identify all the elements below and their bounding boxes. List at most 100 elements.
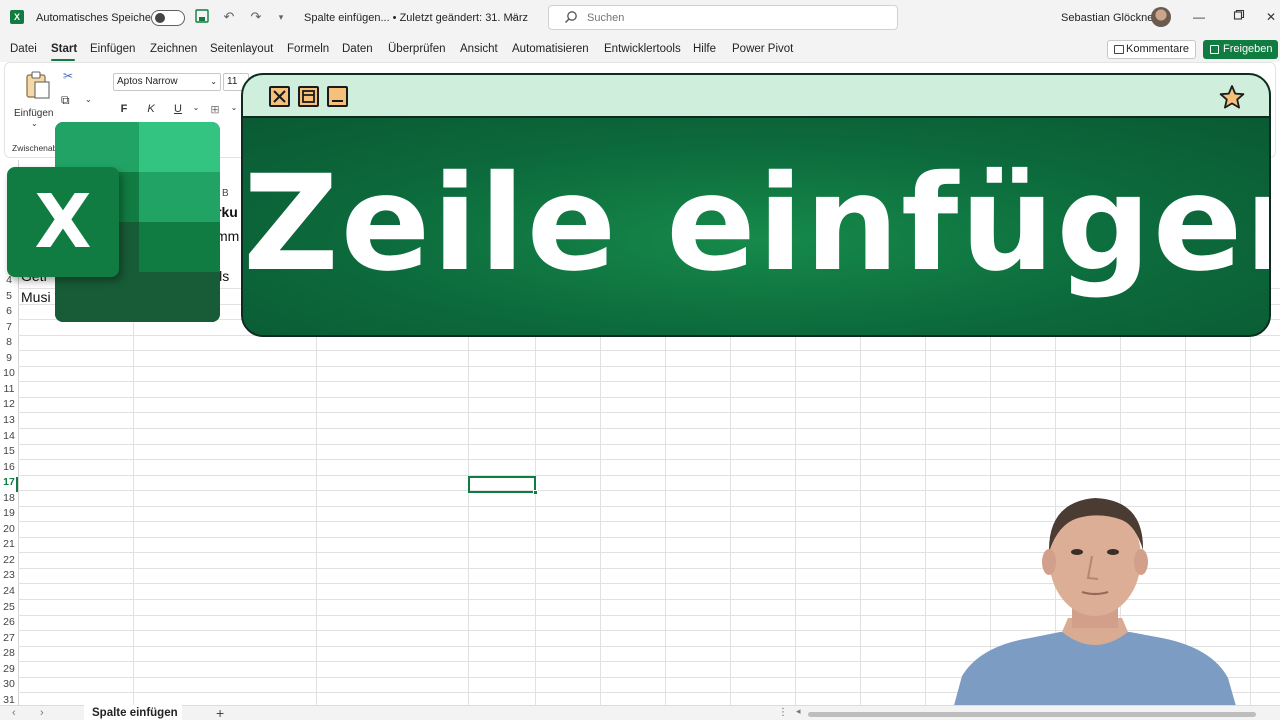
row-header-26[interactable]: 26 bbox=[0, 616, 18, 628]
italic-button[interactable]: K bbox=[144, 103, 158, 115]
row-header-11[interactable]: 11 bbox=[0, 383, 18, 395]
horizontal-scrollbar[interactable] bbox=[808, 712, 1256, 717]
row-header-23[interactable]: 23 bbox=[0, 569, 18, 581]
row-header-10[interactable]: 10 bbox=[0, 367, 18, 379]
cut-icon[interactable]: ✂ bbox=[63, 69, 73, 83]
borders-chevron-icon[interactable]: ⌄ bbox=[227, 103, 241, 112]
comments-label: Kommentare bbox=[1126, 43, 1189, 55]
row-header-21[interactable]: 21 bbox=[0, 538, 18, 550]
title-banner-window: Zeile einfügen bbox=[241, 73, 1271, 337]
font-chevron-icon: ⌄ bbox=[210, 77, 217, 86]
add-sheet-button[interactable]: + bbox=[216, 706, 224, 720]
scroll-left-icon[interactable]: ◂ bbox=[796, 706, 801, 717]
row-header-15[interactable]: 15 bbox=[0, 445, 18, 457]
banner-minimize-icon bbox=[327, 86, 348, 107]
quick-access-chevron-icon[interactable]: ▾ bbox=[273, 9, 289, 25]
row-header-14[interactable]: 14 bbox=[0, 430, 18, 442]
row-gridline bbox=[18, 474, 1280, 476]
row-header-16[interactable]: 16 bbox=[0, 461, 18, 473]
sheet-tab-spalte-einfuegen[interactable]: Spalte einfügen bbox=[84, 705, 182, 720]
next-sheet-icon[interactable]: › bbox=[40, 707, 44, 719]
row-header-18[interactable]: 18 bbox=[0, 492, 18, 504]
borders-icon[interactable]: ⊞ bbox=[208, 103, 222, 116]
share-button[interactable]: Freigeben bbox=[1203, 40, 1278, 59]
menu-einfuegen[interactable]: Einfügen bbox=[90, 43, 135, 55]
save-icon[interactable] bbox=[194, 9, 210, 25]
copy-chevron-icon[interactable]: ⌄ bbox=[85, 95, 92, 104]
row-header-28[interactable]: 28 bbox=[0, 647, 18, 659]
row-header-29[interactable]: 29 bbox=[0, 663, 18, 675]
menu-hilfe[interactable]: Hilfe bbox=[693, 43, 716, 55]
row-header-25[interactable]: 25 bbox=[0, 601, 18, 613]
menu-ansicht[interactable]: Ansicht bbox=[460, 43, 498, 55]
row-header-31[interactable]: 31 bbox=[0, 694, 18, 705]
redo-icon[interactable]: ↷ bbox=[248, 9, 264, 25]
menu-start[interactable]: Start bbox=[51, 43, 77, 55]
paste-label[interactable]: Einfügen bbox=[14, 108, 53, 119]
restore-icon[interactable] bbox=[1231, 9, 1247, 25]
share-icon bbox=[1210, 45, 1219, 54]
excel-app-icon: X bbox=[10, 10, 24, 24]
menu-datei[interactable]: Datei bbox=[10, 43, 37, 55]
underline-chevron-icon[interactable]: ⌄ bbox=[189, 103, 203, 112]
row-header-27[interactable]: 27 bbox=[0, 632, 18, 644]
paste-icon[interactable] bbox=[25, 71, 51, 99]
menu-zeichnen[interactable]: Zeichnen bbox=[150, 43, 197, 55]
row-header-9[interactable]: 9 bbox=[0, 352, 18, 364]
more-options-icon[interactable]: ⋮ bbox=[778, 707, 788, 718]
row-header-22[interactable]: 22 bbox=[0, 554, 18, 566]
row-header-19[interactable]: 19 bbox=[0, 507, 18, 519]
logo-tile bbox=[139, 122, 220, 172]
excel-screen: X Automatisches Speichern ↶ ↷ ▾ Spalte e… bbox=[0, 0, 1280, 720]
user-name: Sebastian Glöckner bbox=[1061, 12, 1157, 24]
logo-tile bbox=[139, 172, 220, 222]
star-icon bbox=[1219, 85, 1245, 109]
excel-logo-letter: X bbox=[34, 179, 92, 265]
row-header-24[interactable]: 24 bbox=[0, 585, 18, 597]
row-header-12[interactable]: 12 bbox=[0, 398, 18, 410]
menu-entwicklertools[interactable]: Entwicklertools bbox=[604, 43, 681, 55]
row-header-30[interactable]: 30 bbox=[0, 678, 18, 690]
font-size-value: 11 bbox=[227, 76, 238, 87]
search-icon bbox=[565, 11, 577, 23]
banner-title: Zeile einfügen bbox=[243, 147, 1271, 301]
sheet-tab-bar: ‹ › Spalte einfügen + ⋮ ◂ bbox=[0, 705, 1280, 720]
logo-tile bbox=[55, 272, 220, 322]
menu-seitenlayout[interactable]: Seitenlayout bbox=[210, 43, 273, 55]
row-header-20[interactable]: 20 bbox=[0, 523, 18, 535]
column-header-b[interactable]: B bbox=[222, 188, 229, 199]
menu-formeln[interactable]: Formeln bbox=[287, 43, 329, 55]
copy-icon[interactable]: ⧉ bbox=[61, 93, 70, 108]
title-bar: X Automatisches Speichern ↶ ↷ ▾ Spalte e… bbox=[0, 0, 1280, 36]
menu-automatisieren[interactable]: Automatisieren bbox=[512, 43, 589, 55]
row-header-13[interactable]: 13 bbox=[0, 414, 18, 426]
excel-logo: X bbox=[7, 122, 220, 322]
avatar[interactable] bbox=[1151, 7, 1171, 27]
minimize-icon[interactable]: — bbox=[1191, 9, 1207, 25]
fill-handle[interactable] bbox=[533, 490, 538, 495]
row-header-8[interactable]: 8 bbox=[0, 336, 18, 348]
banner-close-icon bbox=[269, 86, 290, 107]
search-box[interactable] bbox=[548, 5, 898, 30]
selected-cell[interactable] bbox=[468, 476, 538, 495]
prev-sheet-icon[interactable]: ‹ bbox=[12, 707, 16, 719]
banner-body: Zeile einfügen bbox=[243, 118, 1271, 335]
menu-ueberpruefen[interactable]: Überprüfen bbox=[388, 43, 446, 55]
bold-button[interactable]: F bbox=[117, 103, 131, 115]
title-chevron-down-icon[interactable]: ⌄ bbox=[510, 11, 518, 22]
menu-daten[interactable]: Daten bbox=[342, 43, 373, 55]
comment-icon bbox=[1114, 45, 1124, 54]
autosave-toggle[interactable] bbox=[151, 10, 185, 26]
document-title[interactable]: Spalte einfügen... • Zuletzt geändert: 3… bbox=[304, 12, 528, 24]
font-family-select[interactable]: Aptos Narrow ⌄ bbox=[113, 73, 221, 91]
search-input[interactable] bbox=[587, 9, 887, 27]
row-gridline bbox=[18, 396, 1280, 398]
comments-button[interactable]: Kommentare bbox=[1107, 40, 1196, 59]
undo-icon[interactable]: ↶ bbox=[221, 9, 237, 25]
underline-button[interactable]: U bbox=[171, 103, 185, 115]
row-gridline bbox=[18, 381, 1280, 383]
menu-power-pivot[interactable]: Power Pivot bbox=[732, 43, 793, 55]
row-gridline bbox=[18, 443, 1280, 445]
row-header-7[interactable]: 7 bbox=[0, 321, 18, 333]
close-window-icon[interactable]: ✕ bbox=[1263, 9, 1279, 25]
